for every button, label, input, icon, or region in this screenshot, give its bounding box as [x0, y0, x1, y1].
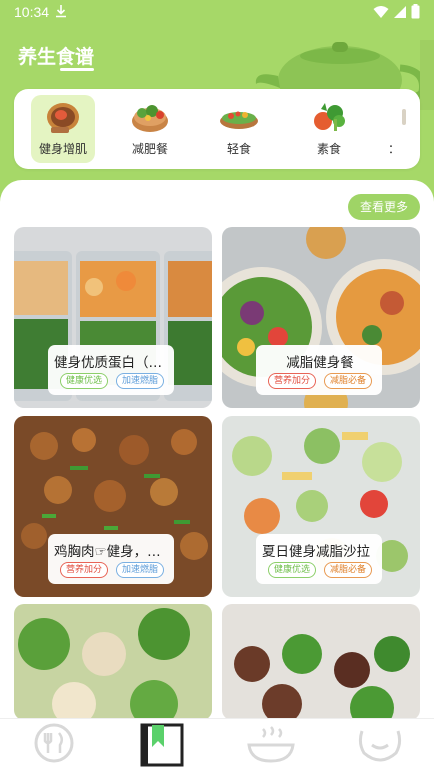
recipe-tag: 减脂必备: [324, 562, 373, 578]
vegetables-icon: [314, 103, 345, 131]
download-icon: [56, 5, 66, 18]
smile-icon: [358, 730, 402, 762]
more-category-icon: [402, 109, 406, 125]
recipe-label: 鸡胸肉☞健身，懒... 营养加分 加速燃脂: [48, 534, 174, 584]
recipe-tag: 健康优选: [268, 562, 317, 578]
recipe-tag: 营养加分: [60, 562, 109, 578]
recipe-tag: 加速燃脂: [116, 373, 165, 389]
recipe-title: 鸡胸肉☞健身，懒...: [54, 544, 170, 560]
recipe-image-5: [14, 604, 212, 720]
nav-bookmark[interactable]: [134, 721, 194, 767]
title-underline: [60, 68, 94, 71]
wifi-icon: [373, 5, 389, 18]
header: 10:34 养生食谱 健身增肌 减肥餐 轻食 素食 ：: [0, 0, 434, 205]
view-more-button[interactable]: 查看更多: [348, 194, 420, 220]
category-light-meal[interactable]: 轻食: [207, 95, 271, 163]
recipe-tag: 加速燃脂: [116, 562, 165, 578]
recipe-label: 夏日健身减脂沙拉 健康优选 减脂必备: [256, 534, 382, 584]
recipe-tag: 健康优选: [60, 373, 109, 389]
salad-bowl-icon: [132, 105, 168, 132]
recipe-card-6[interactable]: [222, 604, 420, 720]
recipe-card-5[interactable]: [14, 604, 212, 720]
category-fitness[interactable]: 健身增肌: [31, 95, 95, 163]
battery-icon: [411, 4, 420, 19]
nav-profile[interactable]: [350, 721, 410, 767]
nav-recipes[interactable]: [24, 721, 84, 767]
category-vegetarian[interactable]: 素食: [297, 95, 361, 163]
bowl-icon: [247, 726, 295, 763]
status-time: 10:34: [14, 4, 50, 20]
recipe-title: 健身优质蛋白（肉...: [54, 355, 170, 371]
fitness-dish-icon: [47, 103, 79, 133]
recipe-label: 健身优质蛋白（肉... 健康优选 加速燃脂: [48, 345, 174, 395]
recipe-card-4[interactable]: 夏日健身减脂沙拉 健康优选 减脂必备: [222, 416, 420, 597]
light-meal-icon: [220, 111, 258, 129]
page-title: 养生食谱: [18, 46, 95, 68]
signal-icon: [394, 5, 406, 18]
recipe-tag: 营养加分: [268, 373, 317, 389]
recipe-label: 减脂健身餐 营养加分 减脂必备: [256, 345, 382, 395]
recipe-card-1[interactable]: 健身优质蛋白（肉... 健康优选 加速燃脂: [14, 227, 212, 408]
category-more[interactable]: ：: [384, 95, 420, 163]
recipe-card-2[interactable]: 减脂健身餐 营养加分 减脂必备: [222, 227, 420, 408]
status-bar: 10:34: [0, 0, 434, 24]
recipe-list: 查看更多 健身优质蛋白（肉... 健康优选 加速燃脂 减脂健身餐 营养加分 减脂…: [0, 180, 434, 720]
recipe-card-3[interactable]: 鸡胸肉☞健身，懒... 营养加分 加速燃脂: [14, 416, 212, 597]
recipe-title: 夏日健身减脂沙拉: [262, 544, 370, 560]
fork-knife-icon: [34, 723, 74, 763]
category-diet[interactable]: 减肥餐: [118, 95, 182, 163]
recipe-title: 减脂健身餐: [286, 355, 354, 371]
nav-bowl[interactable]: [241, 721, 301, 767]
recipe-tag: 减脂必备: [324, 373, 373, 389]
bottom-nav: [0, 718, 434, 773]
category-panel: 健身增肌 减肥餐 轻食 素食 ：: [14, 89, 420, 169]
bookmark-icon: [140, 723, 184, 767]
recipe-image-6: [222, 604, 420, 720]
